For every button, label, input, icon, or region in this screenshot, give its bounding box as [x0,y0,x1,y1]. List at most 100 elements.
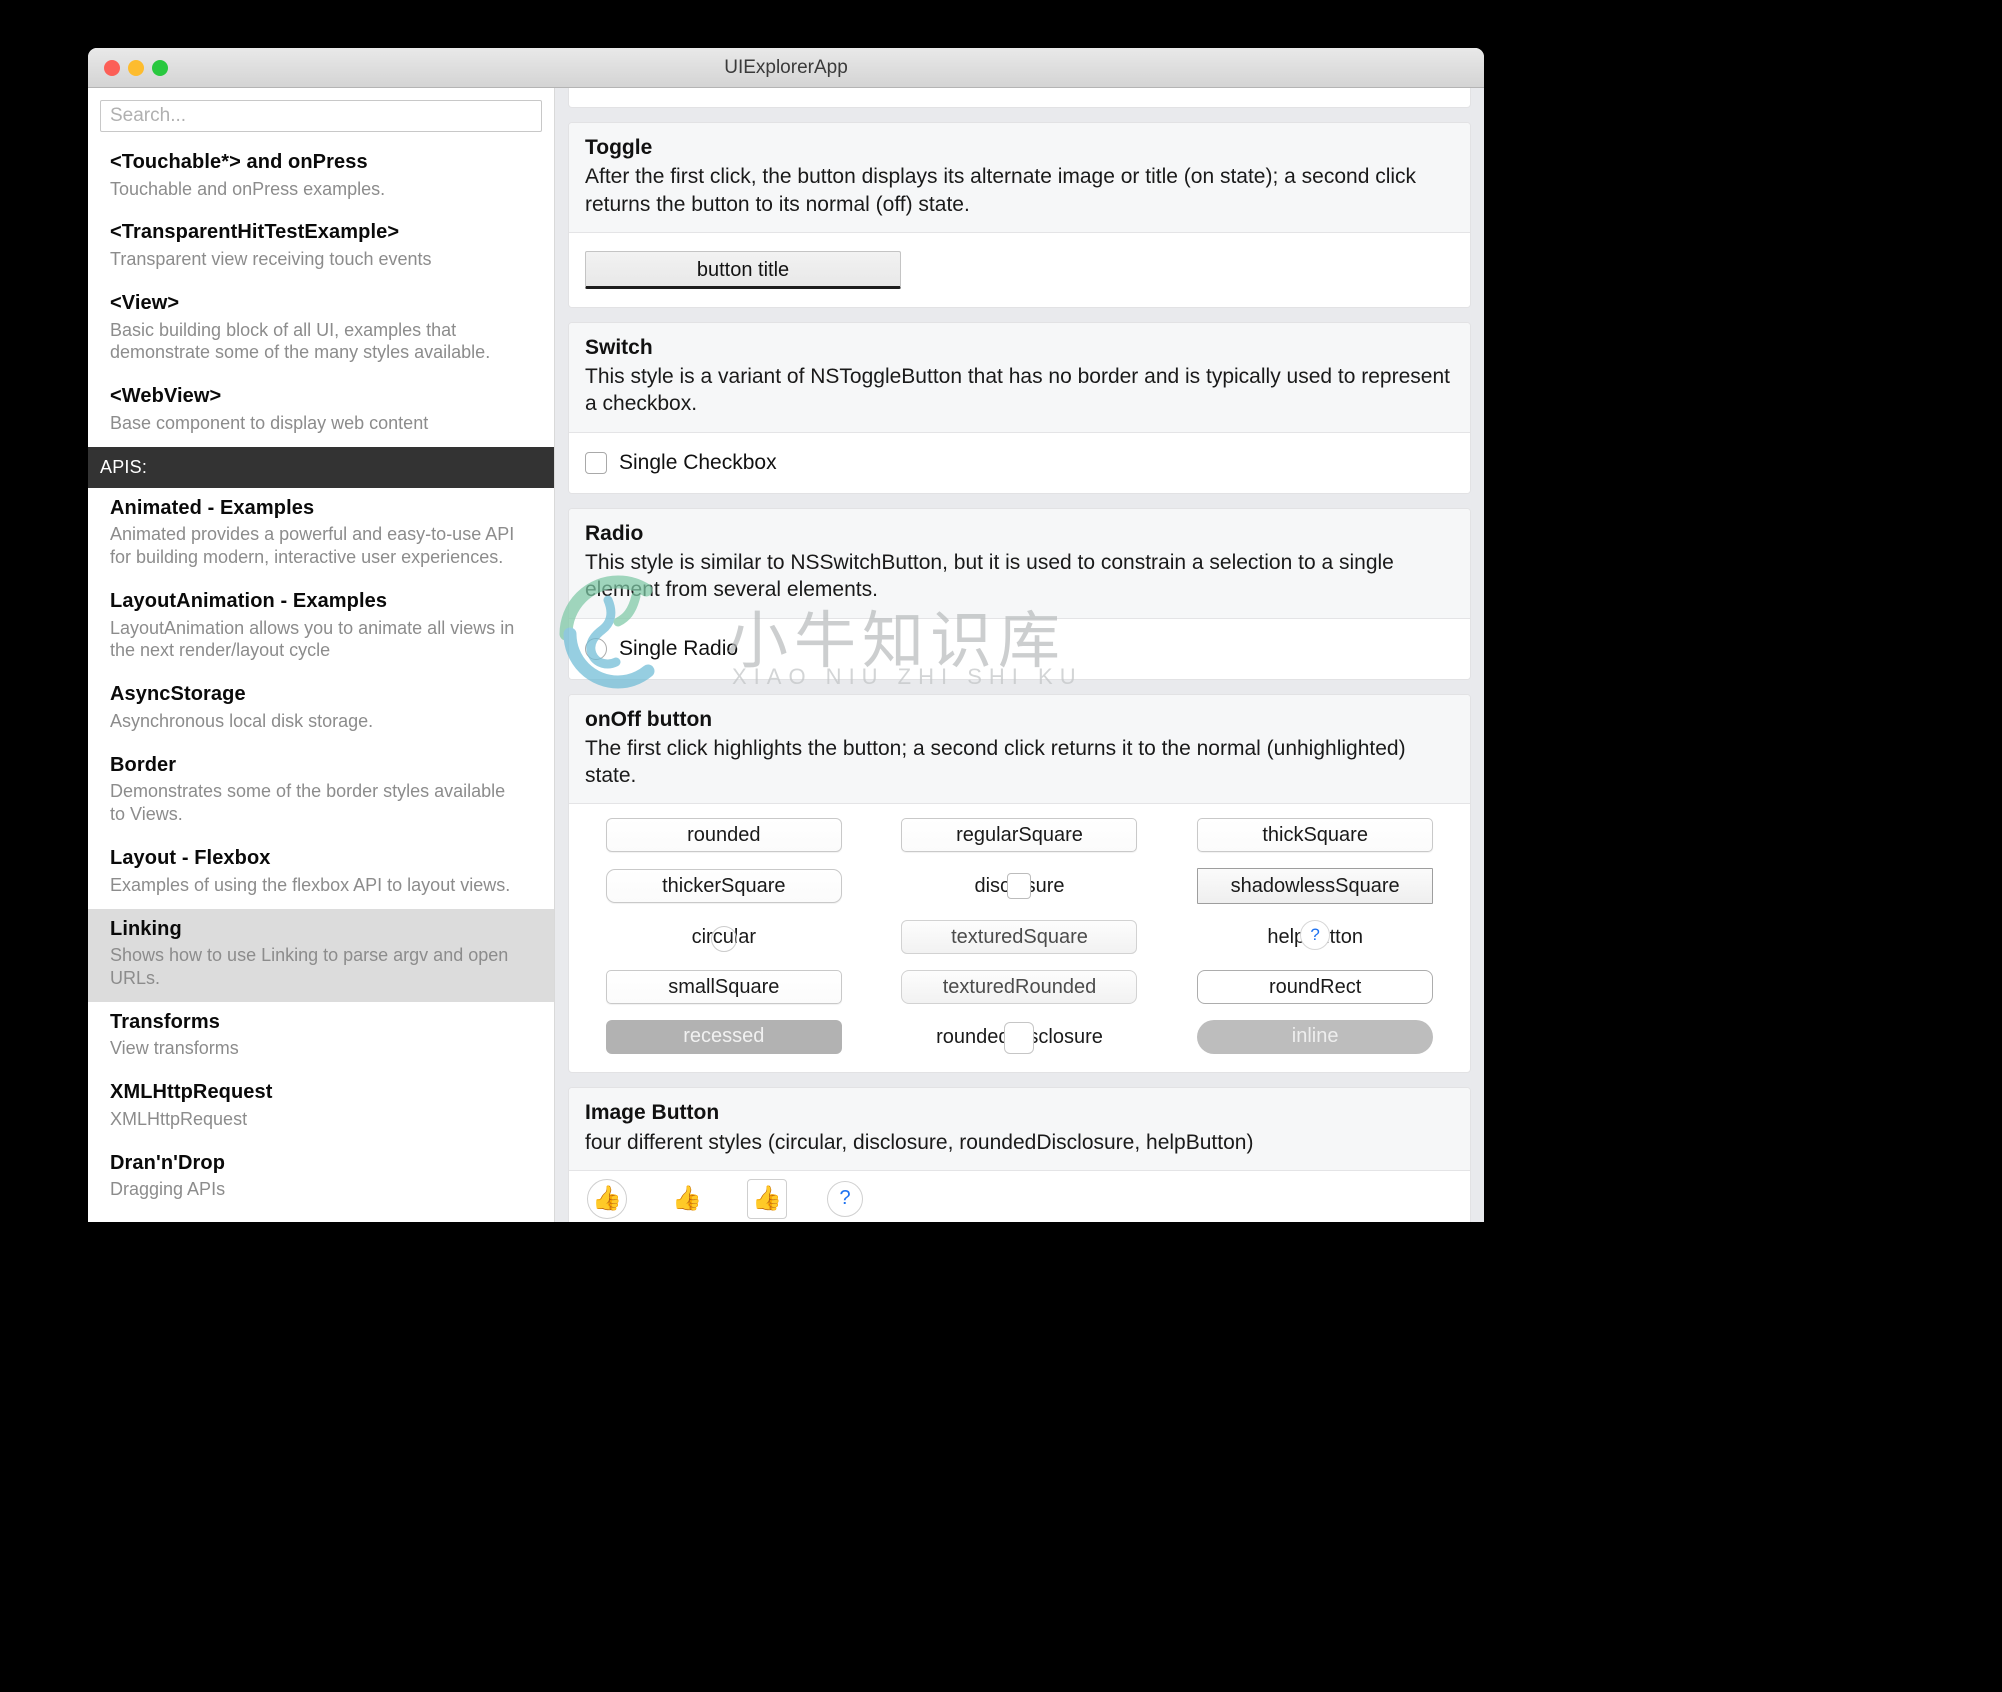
maximize-window-button[interactable] [152,59,168,76]
list-item-transparenthittest[interactable]: <TransparentHitTestExample> Transparent … [88,212,554,282]
switch-card: Switch This style is a variant of NSTogg… [568,321,1471,494]
onoff-title: onOff button [585,707,713,731]
list-item-view[interactable]: <View> Basic building block of all UI, e… [88,283,554,376]
sidebar: <Touchable*> and onPress Touchable and o… [88,88,555,1222]
list-item-xmlhttprequest[interactable]: XMLHttpRequest XMLHttpRequest [88,1072,554,1142]
detail-pane[interactable]: Toggle After the first click, the button… [555,88,1484,1222]
list-item-subtitle: Asynchronous local disk storage. [110,710,374,731]
scrolled-off-controls [569,88,1470,107]
onoff-button-shadowlesssquare[interactable]: shadowlessSquare [1197,868,1434,905]
list-item-animated[interactable]: Animated - Examples Animated provides a … [88,488,554,581]
list-item-title: Linking [110,917,182,940]
image-button-helpbutton[interactable]: ? [827,1180,863,1217]
radio-icon[interactable] [585,637,607,660]
list-item-title: Border [110,753,177,776]
list-item-transforms[interactable]: Transforms View transforms [88,1002,554,1072]
onoff-button-roundrect[interactable]: roundRect [1197,970,1434,1005]
list-item-subtitle: Demonstrates some of the border styles a… [110,781,506,825]
image-button-description: four different styles (circular, disclos… [585,1130,1254,1154]
onoff-button-thickersquare[interactable]: thickerSquare [605,869,842,904]
list-item-subtitle: Basic building block of all UI, examples… [110,319,491,363]
help-question-icon[interactable]: ? [1300,920,1331,951]
image-button-card-header: Image Button four different styles (circ… [569,1088,1470,1171]
onoff-card: onOff button The first click highlights … [568,693,1471,1074]
section-header-apis: APIS: [88,446,554,488]
toggle-card: Toggle After the first click, the button… [568,122,1471,308]
image-button-row: 👍 👍 👍 ? [569,1171,1470,1222]
list-item-subtitle: Dragging APIs [110,1179,226,1200]
minimize-window-button[interactable] [128,59,144,76]
list-item-title: Animated - Examples [110,496,315,519]
list-item-subtitle: Animated provides a powerful and easy-to… [110,524,515,568]
onoff-button-thicksquare[interactable]: thickSquare [1197,818,1434,853]
list-item-border[interactable]: Border Demonstrates some of the border s… [88,745,554,838]
radio-card-header: Radio This style is similar to NSSwitchB… [569,508,1470,619]
onoff-button-texturedrounded[interactable]: texturedRounded [901,970,1138,1005]
list-item-touchable[interactable]: <Touchable*> and onPress Touchable and o… [88,142,554,212]
list-item-webview[interactable]: <WebView> Base component to display web … [88,376,554,446]
radio-title: Radio [585,521,644,545]
list-item-title: <Touchable*> and onPress [110,151,368,173]
thumbs-up-icon: 👍 [752,1185,782,1213]
list-item-drag-n-drop[interactable]: Dran'n'Drop Dragging APIs [88,1143,554,1213]
window-title: UIExplorerApp [724,56,848,78]
list-item-subtitle: Transparent view receiving touch events [110,249,432,270]
toggle-card-header: Toggle After the first click, the button… [569,123,1470,233]
radio-description: This style is similar to NSSwitchButton,… [585,550,1394,602]
close-window-button[interactable] [104,59,120,76]
radio-card-body: Single Radio [569,618,1470,679]
list-item-asyncstorage[interactable]: AsyncStorage Asynchronous local disk sto… [88,674,554,744]
checkbox-icon[interactable] [585,451,607,474]
switch-card-body: Single Checkbox [569,432,1470,493]
onoff-button-regularsquare[interactable]: regularSquare [901,818,1138,853]
single-checkbox-row[interactable]: Single Checkbox [585,451,1454,475]
toggle-card-body: button title [569,232,1470,307]
disclosure-triangle-icon[interactable] [1007,873,1032,900]
onoff-button-rounded[interactable]: rounded [605,818,842,853]
image-button-title: Image Button [585,1101,720,1125]
image-button-card: Image Button four different styles (circ… [568,1087,1471,1222]
onoff-button-texturedsquare[interactable]: texturedSquare [901,920,1138,955]
onoff-button-helpbutton[interactable]: ? helpButton [1267,920,1363,951]
onoff-card-header: onOff button The first click highlights … [569,694,1470,805]
list-item-subtitle: Shows how to use Linking to parse argv a… [110,945,509,988]
onoff-button-roundeddisclosure[interactable]: roundedDisclosure [936,1021,1103,1054]
help-question-icon: ? [839,1187,851,1210]
switch-card-header: Switch This style is a variant of NSTogg… [569,322,1470,433]
thumbs-up-icon: 👍 [672,1185,702,1213]
window-body: <Touchable*> and onPress Touchable and o… [88,88,1484,1222]
image-button-circular[interactable]: 👍 [587,1178,627,1219]
onoff-button-inline[interactable]: inline [1197,1020,1434,1055]
thumbs-up-icon: 👍 [592,1185,622,1213]
single-checkbox-label: Single Checkbox [619,450,777,474]
search-input[interactable] [100,100,542,132]
image-button-roundeddisclosure[interactable]: 👍 [747,1178,787,1219]
list-item-title: AsyncStorage [110,683,246,706]
list-item-layout-flexbox[interactable]: Layout - Flexbox Examples of using the f… [88,838,554,908]
search-container [88,88,554,142]
list-item-subtitle: Examples of using the flexbox API to lay… [110,874,511,895]
list-item-title: LayoutAnimation - Examples [110,589,388,612]
onoff-button-circular[interactable]: circular [692,926,756,953]
list-item-subtitle: Base component to display web content [110,412,429,433]
list-item-subtitle: Touchable and onPress examples. [110,178,386,199]
switch-description: This style is a variant of NSToggleButto… [585,365,1450,416]
rounded-disclosure-icon[interactable] [1004,1021,1035,1054]
switch-title: Switch [585,335,653,359]
circle-icon[interactable] [710,926,737,953]
example-list[interactable]: <Touchable*> and onPress Touchable and o… [88,142,554,1222]
single-radio-label: Single Radio [619,636,739,660]
list-item-linking[interactable]: Linking Shows how to use Linking to pars… [88,908,554,1002]
list-item-subtitle: XMLHttpRequest [110,1108,248,1129]
list-item-menumanager[interactable]: MenuManager NSMenu APIs [88,1213,554,1222]
onoff-button-recessed[interactable]: recessed [605,1020,842,1055]
list-item-subtitle: LayoutAnimation allows you to animate al… [110,617,515,661]
single-radio-row[interactable]: Single Radio [585,637,1454,661]
onoff-button-disclosure[interactable]: disclosure [974,873,1065,900]
toggle-button[interactable]: button title [585,250,901,289]
image-button-disclosure[interactable]: 👍 [667,1179,707,1219]
list-item-layoutanimation[interactable]: LayoutAnimation - Examples LayoutAnimati… [88,581,554,674]
list-item-title: <WebView> [110,385,222,408]
onoff-button-smallsquare[interactable]: smallSquare [605,970,842,1005]
list-item-title: <View> [110,291,180,314]
